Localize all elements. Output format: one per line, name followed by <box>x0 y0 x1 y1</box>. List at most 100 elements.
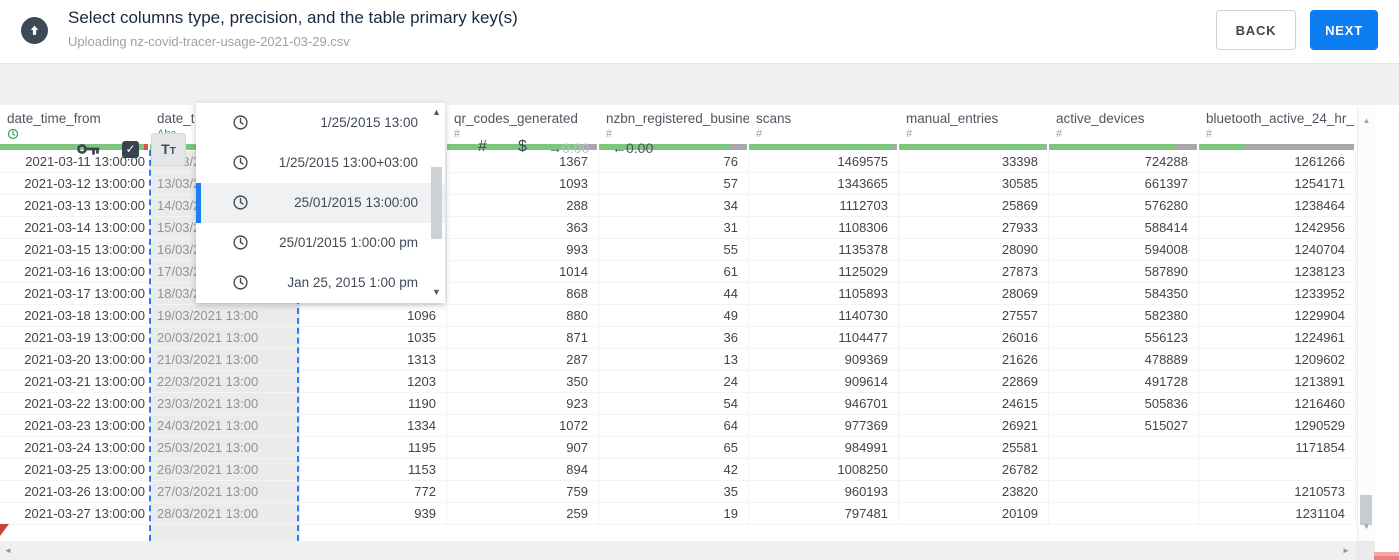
table-cell: 1035 <box>300 327 447 349</box>
table-cell: 2021-03-20 13:00:00 <box>0 349 150 371</box>
dropdown-item[interactable]: 1/25/2015 13:00+03:00 <box>196 143 445 183</box>
overflow-marker-icon <box>0 524 9 536</box>
table-row: 2021-03-20 13:00:00 21/03/2021 13:00 1313 2… <box>0 349 1356 371</box>
table-cell: 556123 <box>1049 327 1199 349</box>
quality-segment <box>1245 144 1354 150</box>
table-cell: 1238464 <box>1199 195 1356 217</box>
vertical-scrollbar[interactable]: ▲ ▼ <box>1357 108 1375 541</box>
column-type-indicator: # <box>756 127 899 141</box>
dropdown-scrollbar-thumb[interactable] <box>431 167 442 239</box>
table-cell: 28090 <box>899 239 1049 261</box>
table-cell: 26016 <box>899 327 1049 349</box>
text-type-button[interactable]: TT <box>151 133 186 166</box>
column-header[interactable]: scans # <box>749 108 899 144</box>
table-cell: 20/03/2021 13:00 <box>150 327 300 349</box>
scroll-left-icon[interactable]: ◄ <box>4 546 12 555</box>
table-cell <box>1049 459 1199 481</box>
arrow-up-icon <box>30 25 39 35</box>
table-row: 2021-03-19 13:00:00 20/03/2021 13:00 1035 8… <box>0 327 1356 349</box>
column-header[interactable]: nzbn_registered_busine # <box>599 108 749 144</box>
table-cell: 909614 <box>749 371 899 393</box>
table-row: 2021-03-25 13:00:00 26/03/2021 13:00 1153 8… <box>0 459 1356 481</box>
column-label: bluetooth_active_24_hr_ <box>1206 111 1354 126</box>
table-cell: 759 <box>447 481 599 503</box>
table-cell: 1096 <box>300 305 447 327</box>
column-type-indicator: # <box>606 127 749 141</box>
dropdown-item[interactable]: 1/25/2015 13:00 <box>196 103 445 143</box>
table-cell: 515027 <box>1049 415 1199 437</box>
clock-icon <box>232 274 249 291</box>
table-cell: 23820 <box>899 481 1049 503</box>
vertical-scrollbar-thumb[interactable] <box>1360 495 1372 525</box>
horizontal-scrollbar[interactable]: ◄ ► <box>0 541 1356 560</box>
table-cell: 1240704 <box>1199 239 1356 261</box>
table-cell: 772 <box>300 481 447 503</box>
table-cell: 19 <box>599 503 749 525</box>
table-cell: 30585 <box>899 173 1049 195</box>
column-header[interactable]: manual_entries # <box>899 108 1049 144</box>
table-cell: 2021-03-18 13:00:00 <box>0 305 150 327</box>
clock-icon <box>232 234 249 251</box>
table-cell: 57 <box>599 173 749 195</box>
table-cell: 24/03/2021 13:00 <box>150 415 300 437</box>
page-title: Select columns type, precision, and the … <box>68 8 518 27</box>
page-header: Select columns type, precision, and the … <box>0 0 1399 63</box>
table-cell: 19/03/2021 13:00 <box>150 305 300 327</box>
include-column-checkbox[interactable]: ✓ <box>122 141 139 158</box>
column-label: date_time_from <box>7 111 101 126</box>
text-type-label: T <box>161 141 170 157</box>
dropdown-scroll-up-icon[interactable]: ▲ <box>428 107 445 117</box>
table-cell: 1135378 <box>749 239 899 261</box>
table-cell: 26782 <box>899 459 1049 481</box>
next-button[interactable]: NEXT <box>1310 10 1378 50</box>
dropdown-item[interactable]: 25/01/2015 1:00:00 pm <box>196 223 445 263</box>
column-header[interactable]: date_time_from <box>0 108 150 144</box>
column-header[interactable]: active_devices # <box>1049 108 1199 144</box>
scroll-up-icon[interactable]: ▲ <box>1358 116 1375 125</box>
table-cell: 2021-03-17 13:00:00 <box>0 283 150 305</box>
table-cell: 1224961 <box>1199 327 1356 349</box>
precision-decrease-button[interactable]: ←0.00 <box>612 140 653 156</box>
dropdown-item[interactable]: Jan 25, 2015 1:00 pm <box>196 263 445 303</box>
table-cell: 27/03/2021 13:00 <box>150 481 300 503</box>
dropdown-scroll-down-icon[interactable]: ▼ <box>428 287 445 297</box>
scroll-right-icon[interactable]: ► <box>1342 546 1350 555</box>
dropdown-item-label: 1/25/2015 13:00 <box>320 115 418 130</box>
table-cell: 27873 <box>899 261 1049 283</box>
scroll-down-icon[interactable]: ▼ <box>1358 522 1375 531</box>
column-label: active_devices <box>1056 111 1145 126</box>
clock-icon <box>232 154 249 171</box>
table-cell: 2021-03-15 13:00:00 <box>0 239 150 261</box>
table-cell: 24615 <box>899 393 1049 415</box>
column-label: qr_codes_generated <box>454 111 578 126</box>
column-type-indicator: # <box>1206 127 1356 141</box>
table-cell: 977369 <box>749 415 899 437</box>
precision-increase-button[interactable]: →0.00 <box>548 140 589 156</box>
table-cell: 880 <box>447 305 599 327</box>
currency-type-button[interactable]: $ <box>518 138 527 156</box>
table-cell: 1469575 <box>749 151 899 173</box>
quality-segment <box>1199 144 1246 150</box>
table-cell: 21626 <box>899 349 1049 371</box>
table-cell: 2021-03-22 13:00:00 <box>0 393 150 415</box>
dropdown-scrollbar[interactable]: ▲ ▼ <box>428 103 445 303</box>
column-type-indicator <box>7 127 150 141</box>
table-cell: 478889 <box>1049 349 1199 371</box>
table-cell: 350 <box>447 371 599 393</box>
back-button[interactable]: BACK <box>1216 10 1296 50</box>
column-header[interactable]: bluetooth_active_24_hr_ # <box>1199 108 1356 144</box>
app-window: Select columns type, precision, and the … <box>0 0 1399 560</box>
table-cell: 2021-03-12 13:00:00 <box>0 173 150 195</box>
dropdown-item[interactable]: 25/01/2015 13:00:00 <box>196 183 445 223</box>
quality-bar-column <box>1199 144 1354 150</box>
primary-key-button[interactable] <box>76 140 102 163</box>
column-selection-dash-left <box>149 150 151 541</box>
table-cell: 2021-03-19 13:00:00 <box>0 327 150 349</box>
table-cell: 13 <box>599 349 749 371</box>
table-cell: 2021-03-25 13:00:00 <box>0 459 150 481</box>
number-type-button[interactable]: # <box>478 138 487 156</box>
table-cell: 993 <box>447 239 599 261</box>
clock-icon <box>232 114 249 131</box>
table-row: 2021-03-24 13:00:00 25/03/2021 13:00 1195 9… <box>0 437 1356 459</box>
precision-increase-value: 0.00 <box>562 140 590 156</box>
